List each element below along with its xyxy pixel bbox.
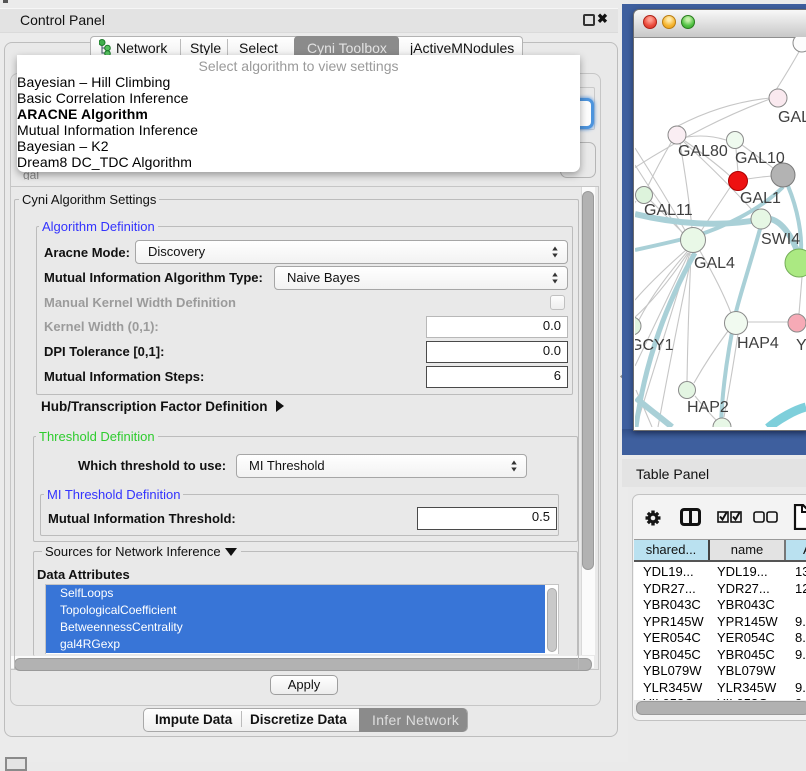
svg-text:Y: Y xyxy=(796,337,806,354)
svg-text:GAL80: GAL80 xyxy=(678,143,728,160)
svg-text:HAP4: HAP4 xyxy=(737,335,779,352)
svg-text:GAL4: GAL4 xyxy=(694,255,735,272)
svg-text:GAL7: GAL7 xyxy=(778,109,806,126)
svg-text:GAL11: GAL11 xyxy=(644,202,693,219)
svg-text:SWI4: SWI4 xyxy=(761,231,800,248)
svg-text:HAP2: HAP2 xyxy=(687,399,729,416)
svg-text:GAL10: GAL10 xyxy=(735,150,785,167)
svg-text:GCY1: GCY1 xyxy=(635,337,674,354)
svg-text:GAL1: GAL1 xyxy=(740,190,781,207)
